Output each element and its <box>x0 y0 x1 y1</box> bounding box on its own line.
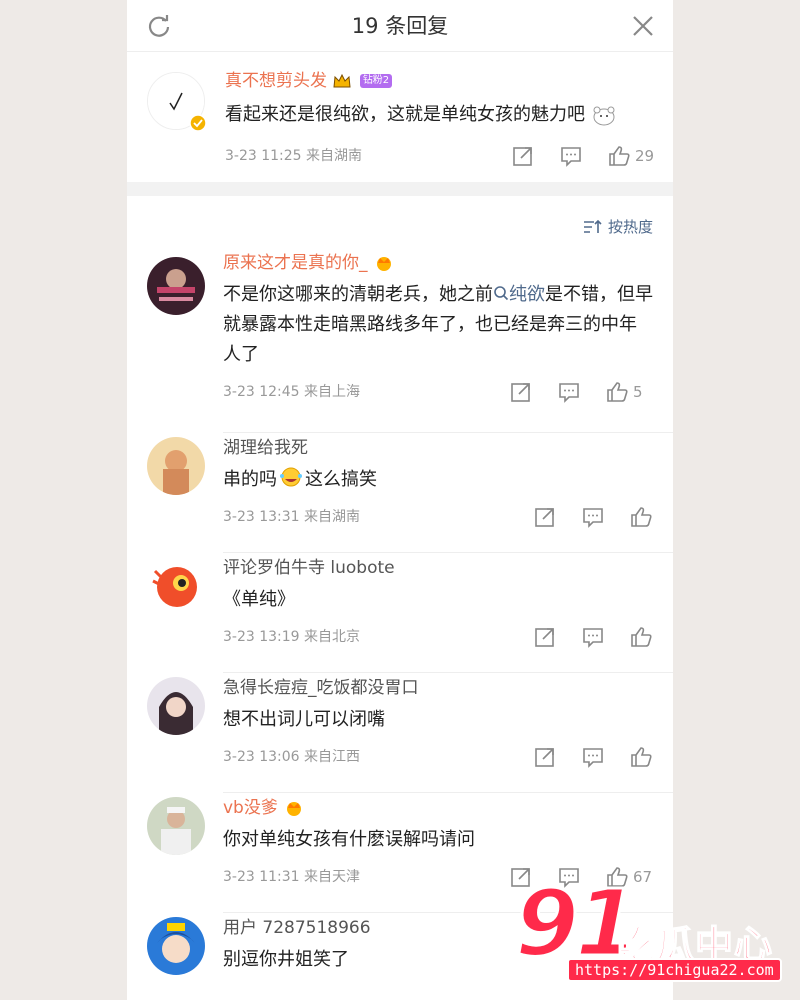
like-count: 29 <box>635 147 655 165</box>
comment-icon[interactable] <box>557 380 581 404</box>
comment-icon[interactable] <box>581 745 605 769</box>
username[interactable]: 真不想剪头发 <box>225 71 327 91</box>
sort-button[interactable]: 按热度 <box>583 216 653 237</box>
list-item: 评论罗伯牛寺 luobote 《单纯》 3-23 13:19 来自北京 <box>127 557 673 677</box>
comment-text: 串的吗 <box>223 469 277 490</box>
comment-text: 《单纯》 <box>223 589 295 610</box>
username[interactable]: vb没爹 <box>223 798 278 818</box>
like-icon[interactable] <box>629 625 653 649</box>
page-title: 19 条回复 <box>351 14 449 38</box>
avatar[interactable] <box>147 257 205 315</box>
sort-label: 按热度 <box>607 218 653 236</box>
share-icon[interactable] <box>533 625 557 649</box>
list-item: 急得长痘痘_吃饭都没胃口 想不出词儿可以闭嘴 3-23 13:06 来自江西 <box>127 677 673 797</box>
comment-meta: 3-23 12:45 来自上海 <box>223 384 361 400</box>
username[interactable]: 原来这才是真的你_ <box>223 253 368 273</box>
like-count: 5 <box>633 383 643 401</box>
search-link[interactable]: 纯欲 <box>493 284 545 305</box>
vip-crown-icon <box>287 802 302 816</box>
share-icon[interactable] <box>533 505 557 529</box>
avatar[interactable] <box>147 917 205 975</box>
username[interactable]: 急得长痘痘_吃饭都没胃口 <box>223 678 419 698</box>
divider <box>223 672 673 673</box>
watermark-url: https://91chigua22.com <box>567 958 782 982</box>
username[interactable]: 用户 7287518966 <box>223 918 371 938</box>
like-icon[interactable] <box>629 745 653 769</box>
username[interactable]: 评论罗伯牛寺 luobote <box>223 558 395 578</box>
avatar[interactable] <box>147 557 205 615</box>
top-bar: 19 条回复 <box>127 0 673 52</box>
comment-icon[interactable] <box>581 625 605 649</box>
comment-meta: 3-23 13:31 来自湖南 <box>223 509 361 525</box>
sort-row: 按热度 <box>127 196 673 252</box>
comment-text: 看起来还是很纯欲，这就是单纯女孩的魅力吧 <box>225 104 585 125</box>
comment-meta: 3-23 11:25 来自湖南 <box>225 148 363 164</box>
comment-meta: 3-23 13:19 来自北京 <box>223 629 361 645</box>
comment-text: 你对单纯女孩有什麽误解吗请问 <box>223 829 475 850</box>
root-comment: 真不想剪头发 钻粉2 看起来还是很纯欲，这就是单纯女孩的魅力吧 3-23 11:… <box>127 52 673 182</box>
reply-panel: 19 条回复 真不想剪头发 钻粉2 看起来还是很纯欲，这就是单纯女孩的魅力吧 3… <box>127 0 673 1000</box>
like-icon[interactable] <box>607 144 631 168</box>
share-icon[interactable] <box>509 380 533 404</box>
watermark-logo: 91 吃瓜中心 https://91chigua22.com <box>513 876 800 988</box>
search-link-text: 纯欲 <box>509 284 545 305</box>
avatar[interactable] <box>147 437 205 495</box>
comment-meta: 3-23 13:06 来自江西 <box>223 749 361 765</box>
sort-icon <box>583 219 602 233</box>
verified-icon <box>189 114 207 132</box>
comment-text: 别逗你井姐笑了 <box>223 949 349 970</box>
list-item: 原来这才是真的你_ 不是你这哪来的清朝老兵，她之前 纯欲是不错，但早就暴露本性走暗… <box>127 252 673 437</box>
fan-level-badge: 钻粉2 <box>359 74 393 88</box>
comment-icon[interactable] <box>559 144 583 168</box>
like-icon[interactable] <box>629 505 653 529</box>
comment-icon[interactable] <box>581 505 605 529</box>
crown-icon <box>333 73 351 88</box>
laughing-emoji-icon <box>280 467 302 487</box>
close-icon[interactable] <box>629 12 657 40</box>
vip-crown-icon <box>376 257 391 271</box>
divider <box>223 552 673 553</box>
comment-meta: 3-23 11:31 来自天津 <box>223 869 361 885</box>
share-icon[interactable] <box>511 144 535 168</box>
section-divider <box>127 182 673 196</box>
comment-text-cont: 这么搞笑 <box>305 469 377 490</box>
divider <box>223 432 673 433</box>
bear-sticker-icon <box>593 106 615 126</box>
list-item: 湖理给我死 串的吗 这么搞笑 3-23 13:31 来自湖南 <box>127 437 673 557</box>
share-icon[interactable] <box>533 745 557 769</box>
search-icon <box>494 286 509 301</box>
comment-text: 想不出词儿可以闭嘴 <box>223 709 385 730</box>
like-icon[interactable] <box>605 380 629 404</box>
username[interactable]: 湖理给我死 <box>223 438 308 458</box>
comment-text: 不是你这哪来的清朝老兵，她之前 <box>223 284 493 305</box>
divider <box>223 792 673 793</box>
avatar[interactable] <box>147 797 205 855</box>
avatar[interactable] <box>147 677 205 735</box>
